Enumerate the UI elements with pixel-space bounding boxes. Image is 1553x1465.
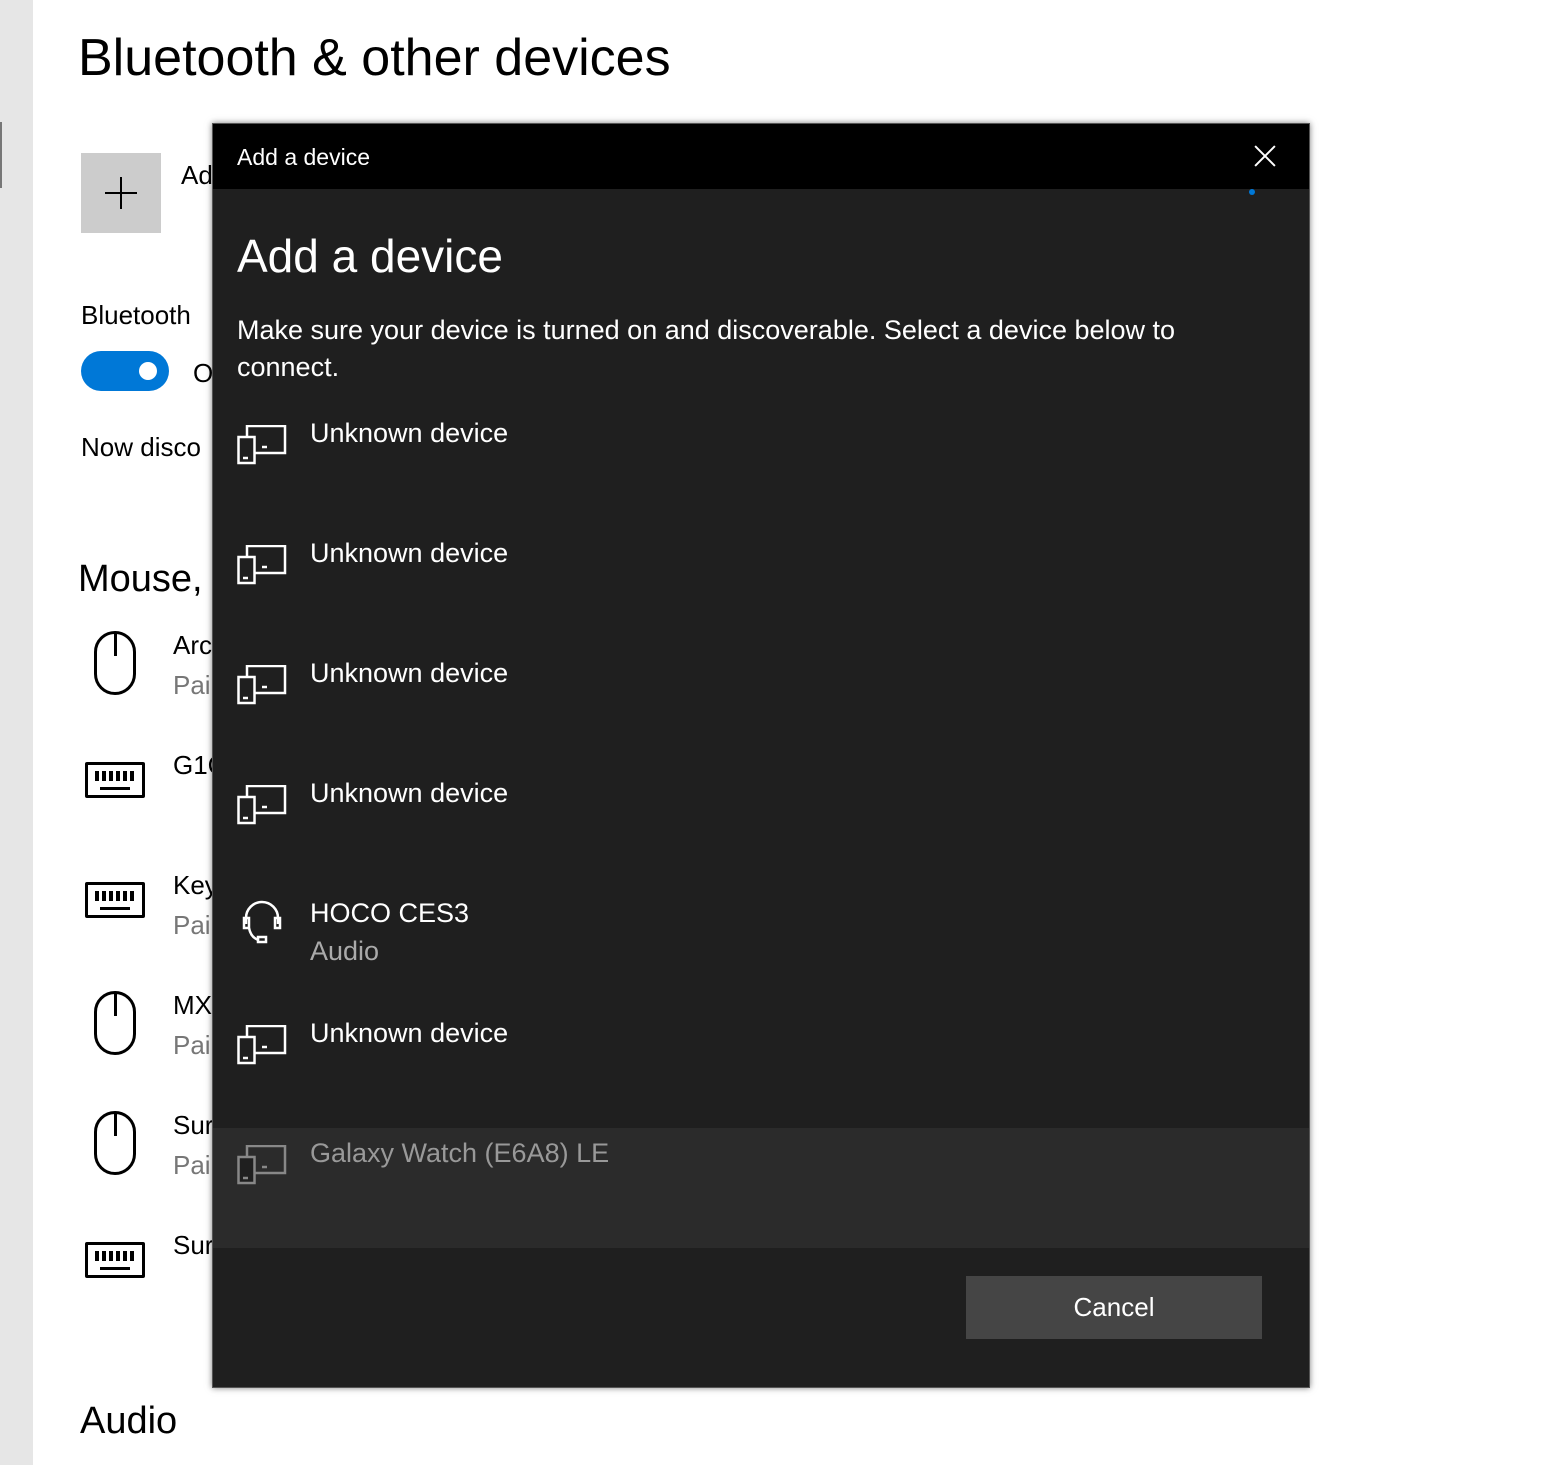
device-name: Unknown device [310, 1018, 509, 1048]
devices-icon [237, 1144, 287, 1185]
section-mouse-heading: Mouse, [78, 558, 203, 600]
page-title: Bluetooth & other devices [78, 29, 671, 87]
device-list-item[interactable]: Unknown device [213, 408, 1309, 528]
mouse-icon [94, 631, 136, 695]
device-type: Audio [310, 936, 380, 966]
close-icon[interactable] [1251, 142, 1279, 170]
cancel-button[interactable]: Cancel [966, 1276, 1262, 1339]
device-list-item[interactable]: Galaxy Watch (E6A8) LE [213, 1128, 1309, 1248]
device-status: Pai [173, 1150, 211, 1180]
keyboard-icon [85, 882, 145, 918]
device-name: Galaxy Watch (E6A8) LE [310, 1138, 610, 1168]
devices-icon [237, 544, 287, 585]
keyboard-icon [85, 762, 145, 798]
dialog-window-title: Add a device [237, 144, 370, 170]
device-list-item[interactable]: Unknown device [213, 528, 1309, 648]
device-name[interactable]: MX [173, 990, 212, 1021]
nav-strip [0, 0, 33, 1465]
devices-icon [237, 664, 287, 705]
bluetooth-toggle[interactable] [81, 351, 169, 391]
dialog-description: Make sure your device is turned on and d… [237, 315, 1176, 382]
device-name: HOCO CES3 [310, 898, 470, 928]
nav-selection-indicator [0, 122, 2, 188]
device-list-item[interactable]: Unknown device [213, 1008, 1309, 1128]
device-name[interactable]: Sur [173, 1110, 213, 1141]
device-name: Unknown device [310, 418, 509, 448]
device-status: Pai [173, 670, 211, 700]
device-list-item[interactable]: Unknown device [213, 648, 1309, 768]
device-name[interactable]: Sur [173, 1230, 213, 1261]
dialog-titlebar: Add a device [213, 124, 1309, 189]
devices-icon [237, 424, 287, 465]
section-audio-heading: Audio [80, 1400, 178, 1442]
device-name: Unknown device [310, 658, 509, 688]
progress-dot [1249, 189, 1255, 195]
device-status: Pai [173, 910, 211, 940]
add-device-dialog: Add a device Add a device Make sure your… [212, 123, 1310, 1388]
devices-icon [237, 784, 287, 825]
device-name[interactable]: Arc [173, 630, 212, 661]
device-name: Unknown device [310, 538, 509, 568]
headset-icon [237, 896, 287, 946]
dialog-heading: Add a device [237, 230, 503, 282]
toggle-state-label: O [193, 358, 214, 388]
add-device-label[interactable]: Ad [181, 160, 213, 191]
add-device-button[interactable] [81, 153, 161, 233]
discoverable-text: Now disco [81, 432, 201, 462]
device-status: Pai [173, 1030, 211, 1060]
bluetooth-label: Bluetooth [81, 300, 191, 330]
device-list-item[interactable]: Unknown device [213, 768, 1309, 888]
device-name: Unknown device [310, 778, 509, 808]
devices-icon [237, 1024, 287, 1065]
keyboard-icon [85, 1242, 145, 1278]
mouse-icon [94, 1111, 136, 1175]
mouse-icon [94, 991, 136, 1055]
device-list-item[interactable]: HOCO CES3 Audio [213, 888, 1309, 1008]
